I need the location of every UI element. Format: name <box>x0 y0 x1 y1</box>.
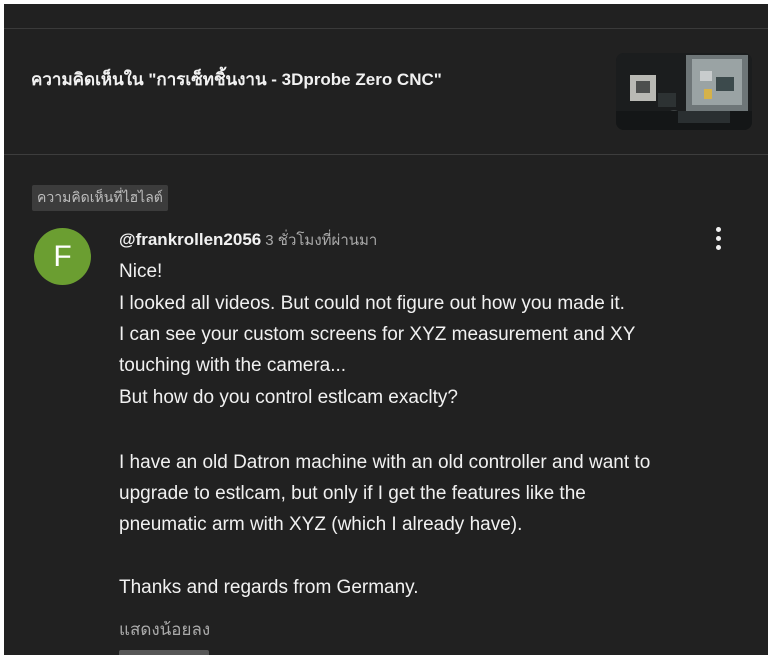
more-vert-icon[interactable] <box>704 220 732 256</box>
comment-author[interactable]: @frankrollen2056 <box>119 230 261 249</box>
kebab-dot <box>715 226 721 232</box>
cutoff-row <box>119 650 209 655</box>
comment-line: Thanks and regards from Germany. <box>119 577 419 598</box>
video-thumbnail[interactable] <box>616 53 752 130</box>
avatar-letter: F <box>53 239 72 273</box>
comment-time[interactable]: 3 ชั่วโมงที่ผ่านมา <box>265 232 377 249</box>
comments-header-title: ความคิดเห็นใน "การเซ็ทชิ้นงาน - 3Dprobe … <box>31 70 442 89</box>
comment-line: I have an old Datron machine with an old… <box>119 452 651 473</box>
comment-line: upgrade to estlcam, but only if I get th… <box>119 483 586 504</box>
comments-panel: ความคิดเห็นใน "การเซ็ทชิ้นงาน - 3Dprobe … <box>4 4 768 655</box>
comment-line: touching with the camera... <box>119 355 347 376</box>
comment-line: pneumatic arm with XYZ (which I already … <box>119 514 523 535</box>
kebab-dot <box>715 235 721 241</box>
comment-line: I can see your custom screens for XYZ me… <box>119 324 636 345</box>
comment-header: @frankrollen2056 3 ชั่วโมงที่ผ่านมา <box>119 228 377 252</box>
comments-header: ความคิดเห็นใน "การเซ็ทชิ้นงาน - 3Dprobe … <box>4 29 768 155</box>
top-divider <box>4 4 768 29</box>
highlighted-comment-chip: ความคิดเห็นที่ไฮไลต์ <box>32 185 168 211</box>
show-less-link[interactable]: แสดงน้อยลง <box>119 616 210 643</box>
comment-line: Nice! <box>119 261 163 282</box>
kebab-dot <box>715 244 721 250</box>
comment-line: But how do you control estlcam exaclty? <box>119 387 459 408</box>
avatar[interactable]: F <box>34 228 91 285</box>
comment-line: I looked all videos. But could not figur… <box>119 293 625 314</box>
video-thumbnail-image <box>616 53 752 130</box>
